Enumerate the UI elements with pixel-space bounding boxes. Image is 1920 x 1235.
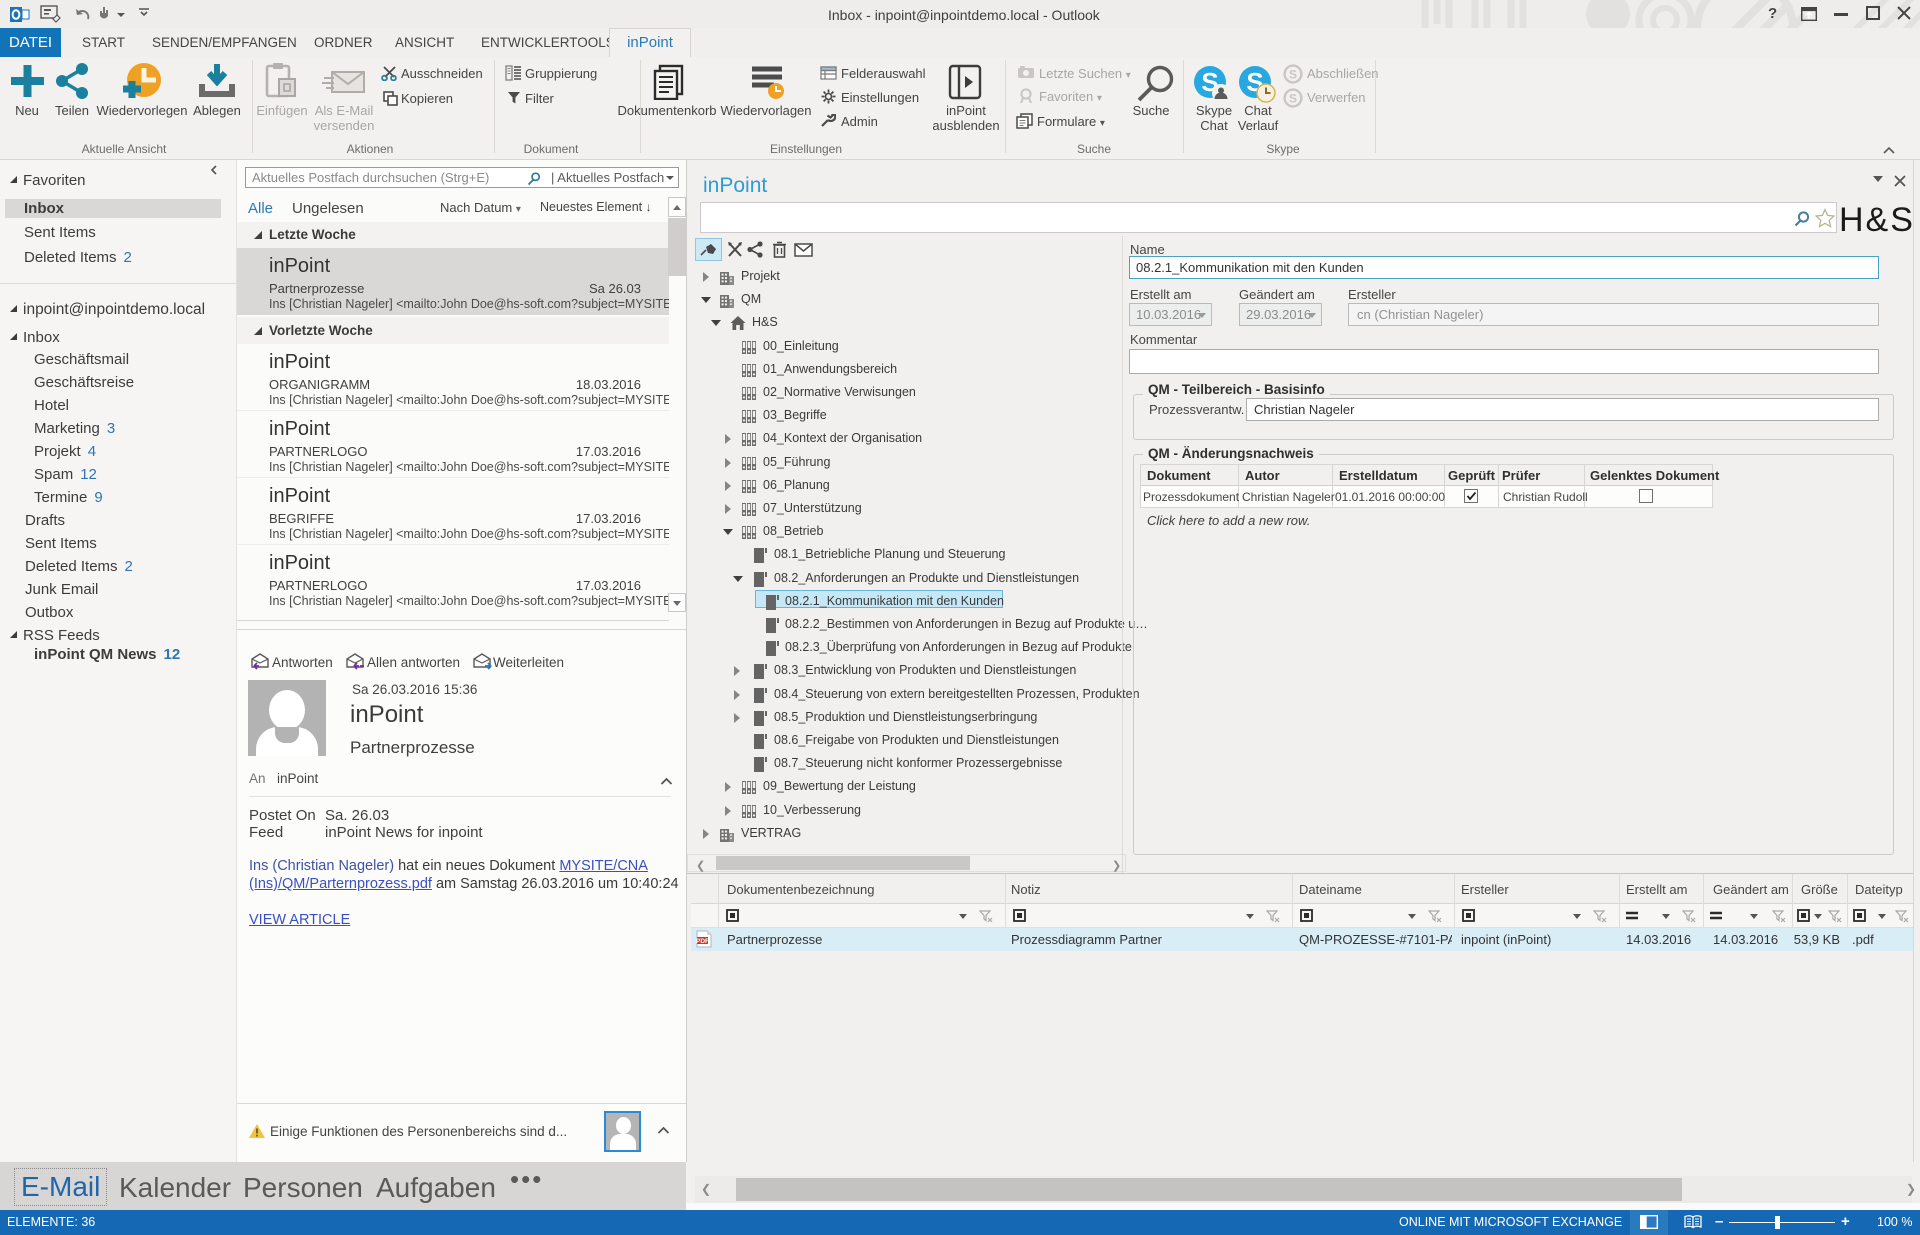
svg-text:S: S: [1289, 68, 1297, 82]
svg-text:S: S: [1289, 92, 1297, 106]
svg-text:PDF: PDF: [696, 938, 709, 945]
